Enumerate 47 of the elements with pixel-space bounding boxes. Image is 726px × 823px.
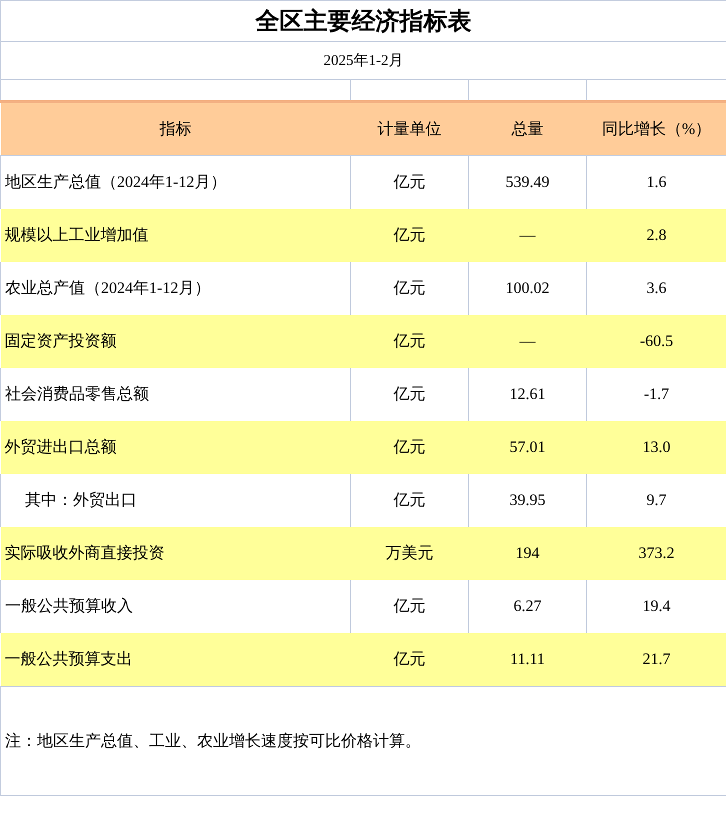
- growth-cell: 3.6: [586, 262, 726, 315]
- total-cell: 194: [468, 527, 586, 580]
- unit-cell: 万美元: [350, 527, 468, 580]
- indicator-cell: 规模以上工业增加值: [0, 209, 350, 262]
- indicator-cell: 地区生产总值（2024年1-12月）: [0, 156, 350, 209]
- unit-cell: 亿元: [350, 421, 468, 474]
- total-cell: 39.95: [468, 474, 586, 527]
- total-cell: 100.02: [468, 262, 586, 315]
- indicator-cell: 实际吸收外商直接投资: [0, 527, 350, 580]
- table-title: 全区主要经济指标表: [256, 9, 472, 35]
- column-header: 同比增长（%）: [586, 102, 726, 156]
- indicator-cell: 固定资产投资额: [0, 315, 350, 368]
- unit-cell: 亿元: [350, 474, 468, 527]
- total-cell: 539.49: [468, 156, 586, 209]
- unit-cell: 亿元: [350, 209, 468, 262]
- growth-cell: 9.7: [586, 474, 726, 527]
- unit-cell: 亿元: [350, 156, 468, 209]
- total-cell: —: [468, 209, 586, 262]
- unit-cell: 亿元: [350, 315, 468, 368]
- growth-cell: 21.7: [586, 633, 726, 686]
- indicator-cell: 一般公共预算支出: [0, 633, 350, 686]
- unit-cell: 亿元: [350, 580, 468, 633]
- total-cell: 12.61: [468, 368, 586, 421]
- total-cell: 6.27: [468, 580, 586, 633]
- indicator-cell: 外贸进出口总额: [0, 421, 350, 474]
- unit-cell: 亿元: [350, 633, 468, 686]
- indicator-cell: 一般公共预算收入: [0, 580, 350, 633]
- total-cell: —: [468, 315, 586, 368]
- column-header: 总量: [468, 102, 586, 156]
- growth-cell: 2.8: [586, 209, 726, 262]
- footnote: 注：地区生产总值、工业、农业增长速度按可比价格计算。: [5, 732, 421, 750]
- growth-cell: -1.7: [586, 368, 726, 421]
- indicator-cell: 农业总产值（2024年1-12月）: [0, 262, 350, 315]
- indicator-cell: 其中：外贸出口: [0, 474, 350, 527]
- total-cell: 11.11: [468, 633, 586, 686]
- unit-cell: 亿元: [350, 262, 468, 315]
- period-label: 2025年1-2月: [324, 53, 404, 69]
- indicator-cell: 社会消费品零售总额: [0, 368, 350, 421]
- growth-cell: 19.4: [586, 580, 726, 633]
- column-header: 指标: [0, 102, 350, 156]
- column-header: 计量单位: [350, 102, 468, 156]
- growth-cell: 13.0: [586, 421, 726, 474]
- growth-cell: 1.6: [586, 156, 726, 209]
- unit-cell: 亿元: [350, 368, 468, 421]
- growth-cell: -60.5: [586, 315, 726, 368]
- growth-cell: 373.2: [586, 527, 726, 580]
- total-cell: 57.01: [468, 421, 586, 474]
